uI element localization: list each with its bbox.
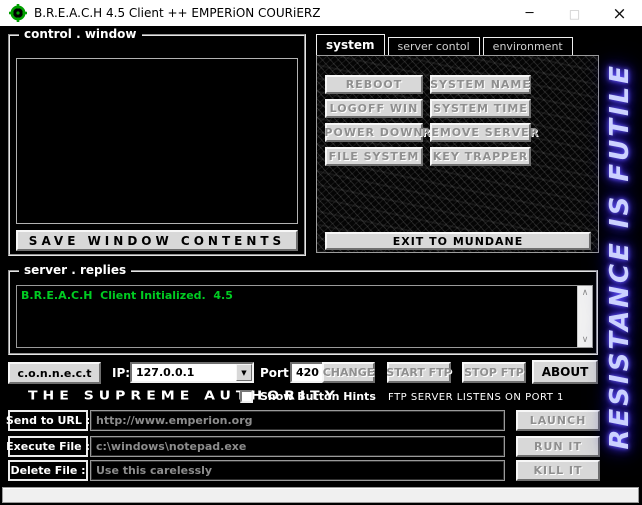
scroll-down-icon[interactable]: ∨	[578, 333, 592, 347]
show-button-hints-label: Show Button Hints	[260, 390, 376, 403]
ip-label: IP:	[112, 366, 130, 380]
send-to-url-label: Send to URL :	[8, 410, 88, 431]
key-trapper-button[interactable]: KEY TRAPPER	[430, 147, 531, 166]
window-title: B.R.E.A.C.H 4.5 Client ++ EMPERiON COURi…	[34, 6, 320, 20]
launch-button[interactable]: LAUNCH	[516, 410, 600, 431]
execute-file-label: Execute File :	[8, 436, 88, 457]
system-name-button[interactable]: SYSTEM NAME	[430, 75, 531, 94]
scroll-up-icon[interactable]: ∧	[578, 286, 592, 300]
delete-file-label: Delete File :	[8, 460, 88, 481]
control-window-label: control . window	[19, 27, 142, 41]
save-window-contents-button[interactable]: SAVE WINDOW CONTENTS	[16, 230, 298, 251]
remote-screen-view[interactable]	[16, 58, 298, 224]
tab-strip: system server contol environment	[316, 34, 576, 55]
ip-combobox[interactable]: 127.0.0.1 ▼	[130, 362, 254, 383]
run-it-button[interactable]: RUN IT	[516, 436, 600, 457]
system-time-button[interactable]: SYSTEM TIME	[430, 99, 531, 118]
minimize-icon[interactable]: ─	[507, 0, 552, 27]
stop-ftp-button[interactable]: STOP FTP	[462, 362, 526, 383]
replies-scrollbar[interactable]: ∧ ∨	[577, 286, 592, 347]
delete-file-input[interactable]	[90, 460, 505, 481]
maximize-icon: □	[552, 0, 597, 27]
show-button-hints-checkbox[interactable]	[240, 390, 253, 403]
file-system-button[interactable]: FILE SYSTEM	[325, 147, 423, 166]
kill-it-button[interactable]: KILL IT	[516, 460, 600, 481]
resistance-watermark: RESISTANCE IS FUTILE	[599, 30, 641, 483]
about-button[interactable]: ABOUT	[532, 360, 598, 384]
chevron-down-icon[interactable]: ▼	[236, 364, 252, 381]
crosshair-target-icon	[9, 4, 27, 22]
control-window-group: control . window SAVE WINDOW CONTENTS	[8, 34, 306, 256]
tab-environment[interactable]: environment	[483, 37, 573, 55]
execute-file-input[interactable]	[90, 436, 505, 457]
close-icon[interactable]: ×	[597, 0, 642, 27]
app-window: B.R.E.A.C.H 4.5 Client ++ EMPERiON COURi…	[0, 0, 642, 505]
tab-system[interactable]: system	[316, 34, 385, 55]
port-label: Port:	[260, 366, 294, 380]
reboot-button[interactable]: REBOOT	[325, 75, 423, 94]
reply-message: B.R.E.A.C.H Client Initialized. 4.5	[17, 286, 592, 305]
power-down-button[interactable]: POWER DOWN	[325, 123, 423, 142]
system-tab-panel: REBOOT SYSTEM NAME LOGOFF WIN SYSTEM TIM…	[316, 55, 599, 253]
server-replies-label: server . replies	[19, 263, 131, 277]
tab-server-control[interactable]: server contol	[388, 37, 480, 55]
change-button[interactable]: CHANGE	[322, 362, 375, 383]
exit-to-mundane-button[interactable]: EXIT TO MUNDANE	[325, 232, 591, 250]
caption-buttons: ─ □ ×	[507, 0, 642, 27]
server-replies-list[interactable]: B.R.E.A.C.H Client Initialized. 4.5 ∧ ∨	[16, 285, 593, 348]
connect-button[interactable]: c.o.n.n.e.c.t	[8, 362, 101, 384]
ftp-status-text: FTP SERVER LISTENS ON PORT 1	[388, 392, 564, 403]
send-to-url-input[interactable]	[90, 410, 505, 431]
title-bar: B.R.E.A.C.H 4.5 Client ++ EMPERiON COURi…	[0, 0, 642, 28]
remove-server-button[interactable]: REMOVE SERVER	[430, 123, 531, 142]
logoff-win-button[interactable]: LOGOFF WIN	[325, 99, 423, 118]
server-replies-group: server . replies B.R.E.A.C.H Client Init…	[8, 270, 598, 355]
status-bar	[2, 487, 639, 503]
start-ftp-button[interactable]: START FTP	[387, 362, 451, 383]
resistance-watermark-text: RESISTANCE IS FUTILE	[605, 63, 635, 449]
ip-value: 127.0.0.1	[132, 366, 236, 379]
